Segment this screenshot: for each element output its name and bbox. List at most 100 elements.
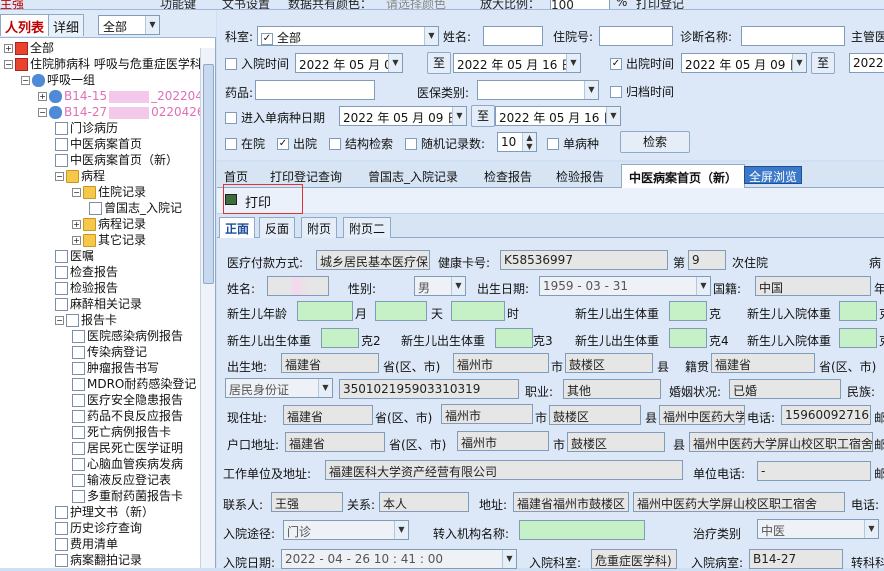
expand-toggle-icon[interactable]: + <box>72 236 81 245</box>
tab-tcm-frontpage-new[interactable]: 中医病案首页（新） <box>621 164 746 188</box>
treat-select[interactable]: 中医 ▼ <box>757 519 879 539</box>
tree-node[interactable]: − B14-27 0220426 <box>38 104 200 120</box>
tab-front[interactable]: 正面 <box>219 217 256 238</box>
bp-city-field[interactable]: 福州市 <box>453 353 549 373</box>
tree-node[interactable]: 中医病案首页 <box>55 136 142 152</box>
dept-checkbox[interactable]: ✓ <box>261 32 273 45</box>
bp-prov-field[interactable]: 福建省 <box>281 353 379 373</box>
route-select[interactable]: 门诊 ▼ <box>283 520 409 540</box>
single-to-date[interactable]: 2022 年 05 月 16 日 ▼ <box>495 106 621 126</box>
contact-addr1-field[interactable]: 福建省福州市鼓楼区 <box>513 492 629 512</box>
drug-input[interactable] <box>255 80 375 100</box>
fullscreen-button[interactable]: 全屏浏览 <box>744 166 803 184</box>
transfer-field[interactable] <box>519 520 645 540</box>
tree-node[interactable]: 麻醉相关记录 <box>55 296 142 312</box>
tree-node[interactable]: + 全部 <box>4 40 54 56</box>
tab-detail[interactable]: 详细 <box>48 14 85 36</box>
tab-patient-list[interactable]: 人列表 <box>0 14 50 36</box>
expand-toggle-icon[interactable]: − <box>4 60 13 69</box>
discharged-checkbox[interactable]: ✓ <box>277 138 289 150</box>
scrollbar-thumb[interactable] <box>203 64 214 284</box>
function-key-menu[interactable]: 功能键 <box>160 0 196 9</box>
tree-node[interactable]: 检查报告 <box>55 264 118 280</box>
single-disease-checkbox[interactable] <box>547 138 559 150</box>
admission-times-field[interactable]: 9 <box>688 250 726 270</box>
color-select[interactable]: 请选择颜色 <box>386 0 446 9</box>
tree-node[interactable]: − 呼吸一组 <box>21 72 95 88</box>
admit-ward-field[interactable]: B14-27 <box>749 549 843 569</box>
hk-city-field[interactable]: 福州市 <box>457 431 549 451</box>
chevron-down-icon[interactable]: ▼ <box>584 81 598 99</box>
work-field[interactable]: 福建医科大学资产经营有限公司 <box>325 460 683 480</box>
expand-toggle-icon[interactable]: − <box>21 76 30 85</box>
tab-admission-record[interactable]: 曾国志_入院记录 <box>361 164 465 188</box>
tab-back[interactable]: 反面 <box>259 217 296 238</box>
tree-node[interactable]: − 住院肺病科 呼吸与危重症医学科 <box>4 56 200 72</box>
marriage-field[interactable]: 已婚 <box>729 379 841 399</box>
disch-time-checkbox[interactable]: ✓ <box>610 58 622 70</box>
hk-detail-field[interactable]: 福州中医药大学屏山校区职工宿舍 <box>689 432 873 452</box>
nb-in-weight-field[interactable] <box>839 301 877 321</box>
bp-dist-field[interactable]: 鼓楼区 <box>565 353 653 373</box>
chevron-down-icon[interactable]: ▼ <box>864 520 878 538</box>
spinner-icon[interactable]: ▲ ▼ <box>522 133 536 151</box>
contact-addr2-field[interactable]: 福州中医药大学屏山校区职工宿舍 <box>633 492 845 512</box>
tree-node[interactable]: 医疗安全隐患报告 <box>72 392 183 408</box>
chevron-down-icon[interactable]: ▼ <box>394 521 408 539</box>
hk-dist-field[interactable]: 鼓楼区 <box>567 432 665 452</box>
nb-age-month[interactable] <box>297 301 353 321</box>
printer-icon[interactable] <box>225 194 237 205</box>
hk-prov-field[interactable]: 福建省 <box>285 432 385 452</box>
chevron-down-icon[interactable]: ▼ <box>145 16 159 34</box>
tree-node[interactable]: 居民死亡医学证明 <box>72 440 183 456</box>
random-count-input[interactable]: 10 ▲ ▼ <box>497 132 537 152</box>
to-button-2[interactable]: 至 <box>811 52 835 74</box>
tab-appendix[interactable]: 附页 <box>301 217 338 238</box>
chevron-down-icon[interactable]: ▼ <box>502 550 516 568</box>
disch-from-date[interactable]: 2022 年 05 月 09 日 ▼ <box>681 53 807 73</box>
archive-checkbox[interactable] <box>610 86 622 98</box>
tree-scrollbar[interactable] <box>200 48 215 568</box>
tel-field[interactable]: 15960092716 <box>781 405 871 425</box>
tab-lab-report[interactable]: 检验报告 <box>549 164 611 188</box>
print-button[interactable]: 打印 <box>245 192 271 211</box>
tree-node[interactable]: + B14-15 _20220425 <box>38 88 200 104</box>
tree-node[interactable]: 中医病案首页（新） <box>55 152 178 168</box>
idtype-select[interactable]: 居民身份证 ▼ <box>225 378 333 398</box>
name-field[interactable] <box>267 276 329 296</box>
tree-node[interactable]: 检验报告 <box>55 280 118 296</box>
tree-node[interactable]: 医院感染病例报告 <box>72 328 183 344</box>
admit-to-date[interactable]: 2022 年 05 月 16 日 ▼ <box>453 53 581 73</box>
pay-field[interactable]: 城乡居民基本医疗保险 <box>316 250 430 270</box>
tree-node[interactable]: 曾国志_入院记 <box>89 200 182 216</box>
to-button-3[interactable]: 至 <box>471 105 495 127</box>
nb-weight3-field[interactable] <box>495 328 533 348</box>
expand-toggle-icon[interactable]: + <box>4 44 13 53</box>
id-number-field[interactable]: 350102195903310319 <box>339 379 519 399</box>
nb-weight4-field[interactable] <box>669 328 707 348</box>
tree-node[interactable]: 输液反应登记表 <box>72 472 171 488</box>
tree-node[interactable]: − 报告卡 <box>55 312 117 328</box>
expand-toggle-icon[interactable]: + <box>72 220 81 229</box>
random-checkbox[interactable] <box>405 138 417 150</box>
tree-node[interactable]: 死亡病例报告卡 <box>72 424 171 440</box>
admit-date-field[interactable]: 2022 - 04 - 26 10 : 41 : 00 ▼ <box>281 549 517 569</box>
chevron-down-icon[interactable]: ▼ <box>792 54 806 72</box>
tree-node[interactable]: 历史诊疗查询 <box>55 520 142 536</box>
name-input[interactable] <box>483 26 543 46</box>
chevron-down-icon[interactable]: ▼ <box>696 277 710 295</box>
addr-detail-field[interactable]: 福州中医药大学 <box>659 405 745 425</box>
single-from-date[interactable]: 2022 年 05 月 09 日 ▼ <box>339 106 467 126</box>
nation-field[interactable]: 中国 <box>755 276 871 296</box>
nb-weight-field[interactable] <box>669 301 707 321</box>
birth-date[interactable]: 1959 - 03 - 31 ▼ <box>539 276 711 296</box>
admit-from-date[interactable]: 2022 年 05 月 09 日▼ <box>295 53 403 73</box>
addr-city-field[interactable]: 福州市 <box>441 404 533 424</box>
tree-node[interactable]: − 住院记录 <box>72 184 146 200</box>
admit-time-checkbox[interactable] <box>225 58 237 70</box>
work-tel-field[interactable]: - <box>757 461 871 481</box>
chevron-down-icon[interactable]: ▼ <box>318 379 332 397</box>
expand-toggle-icon[interactable]: − <box>38 108 47 117</box>
tree-node[interactable]: 药品不良反应报告 <box>72 408 183 424</box>
admit-dept-field[interactable]: 危重症医学科) <box>591 549 677 569</box>
